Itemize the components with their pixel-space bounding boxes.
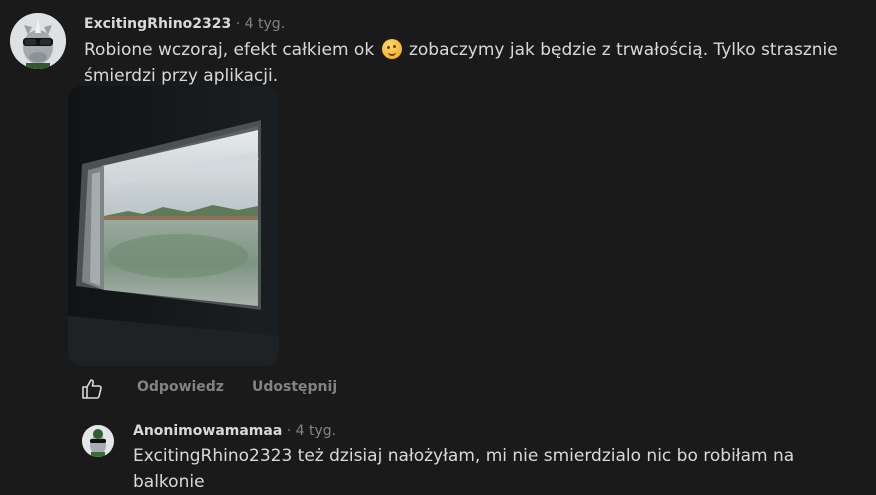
photo-drawing xyxy=(68,86,279,366)
timestamp[interactable]: 4 tyg. xyxy=(245,16,285,32)
reply-button[interactable]: Odpowiedz xyxy=(137,379,224,395)
comment-text: ExcitingRhino2323 też dzisiaj nałożyłam,… xyxy=(133,446,795,492)
meta-separator: · xyxy=(235,16,241,32)
comment-text: Robione wczoraj, efekt całkiem ok zobacz… xyxy=(84,37,874,89)
comment-meta: Anonimowamamaa · 4 tyg. xyxy=(133,423,336,439)
timestamp[interactable]: 4 tyg. xyxy=(296,423,336,439)
username[interactable]: Anonimowamamaa xyxy=(133,423,282,439)
user-avatar-icon xyxy=(82,425,114,457)
share-button[interactable]: Udostępnij xyxy=(252,379,337,395)
thumbs-up-icon[interactable] xyxy=(80,377,104,401)
avatar[interactable] xyxy=(10,13,66,69)
comment-meta: ExcitingRhino2323 · 4 tyg. xyxy=(84,16,285,32)
meta-separator: · xyxy=(286,423,292,439)
avatar[interactable] xyxy=(82,425,114,457)
rhino-avatar-icon xyxy=(10,13,66,69)
winking-face-emoji xyxy=(381,39,402,59)
comment-text-part-1: Robione wczoraj, efekt całkiem ok xyxy=(84,40,380,60)
username[interactable]: ExcitingRhino2323 xyxy=(84,16,231,32)
window-with-frosted-film-photo[interactable] xyxy=(68,86,279,366)
